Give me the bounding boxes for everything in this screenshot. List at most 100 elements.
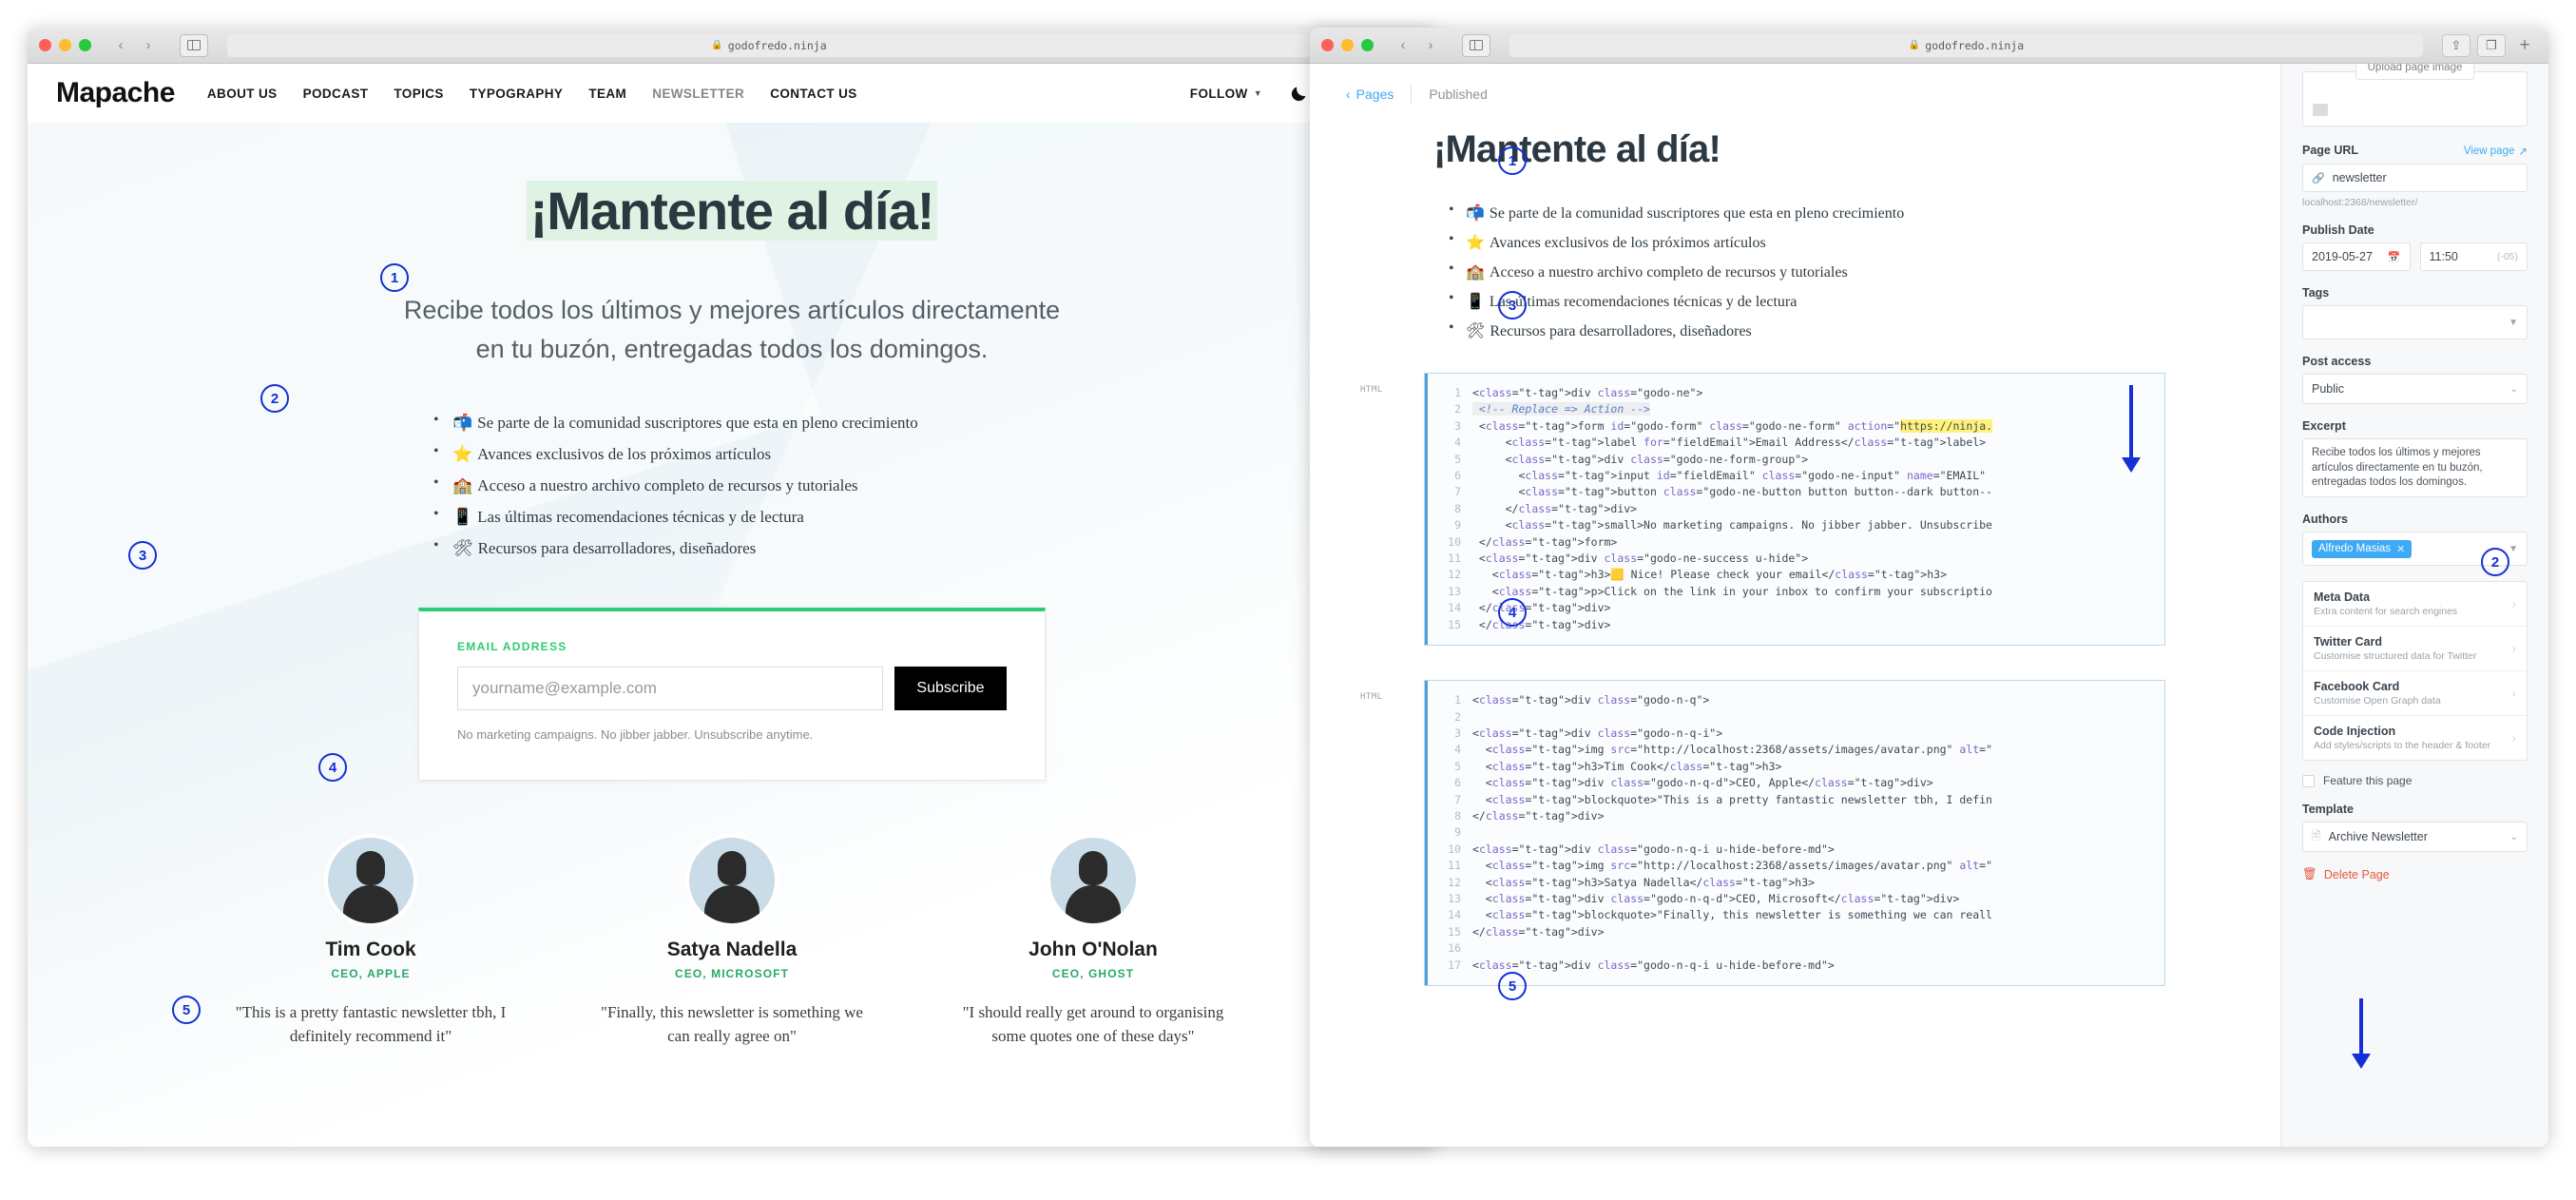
back-icon[interactable]: ‹ <box>1391 34 1415 57</box>
school-icon: 🏫 <box>452 476 472 494</box>
author-chip[interactable]: Alfredo Masias ✕ <box>2312 540 2412 558</box>
settings-panel-list: Meta Data Extra content for search engin… <box>2302 581 2528 761</box>
settings-row-title: Facebook Card <box>2314 680 2516 693</box>
page-url-input[interactable]: 🔗 newsletter <box>2302 164 2528 192</box>
share-icon[interactable]: ⇪ <box>2442 34 2470 57</box>
site-brand[interactable]: Mapache <box>56 77 175 109</box>
html-card-quotes[interactable]: HTML 1<class="t-tag">div class="godo-n-q… <box>1424 680 2165 986</box>
tags-field: Tags ▼ <box>2302 286 2528 339</box>
minimize-window-button[interactable] <box>1341 39 1354 51</box>
chevron-right-icon: › <box>2512 731 2516 745</box>
publish-date-input[interactable]: 2019-05-27 📅 <box>2302 242 2411 271</box>
editor-title[interactable]: ¡Mantente al día! <box>1433 128 2280 171</box>
sidebar-toggle-icon[interactable] <box>180 34 208 57</box>
close-window-button[interactable] <box>39 39 51 51</box>
feature-page-checkbox[interactable] <box>2302 775 2315 787</box>
view-page-link[interactable]: View page ↗ <box>2464 145 2528 158</box>
annotation-marker-3-right: 3 <box>1498 291 1527 319</box>
page-title: ¡Mantente al día! <box>28 180 1436 242</box>
nav-buttons-left[interactable]: ‹ › <box>108 34 161 57</box>
forward-icon[interactable]: › <box>1418 34 1443 57</box>
settings-row-facebook-card[interactable]: Facebook Card Customise Open Graph data … <box>2303 671 2527 716</box>
address-bar-right[interactable]: 🔒 godofredo.ninja <box>1509 34 2423 57</box>
tags-input[interactable]: ▼ <box>2302 305 2528 339</box>
calendar-icon[interactable]: 📅 <box>2388 251 2401 263</box>
minimize-window-button[interactable] <box>59 39 71 51</box>
excerpt-textarea[interactable]: Recibe todos los últimos y mejores artíc… <box>2302 438 2528 497</box>
page-url-value: newsletter <box>2333 171 2387 184</box>
page-url-label: Page URL <box>2302 144 2358 157</box>
page-url-field: Page URL View page ↗ 🔗 newsletter localh… <box>2302 144 2528 208</box>
nav-item-about-us[interactable]: ABOUT US <box>207 87 278 101</box>
window-controls-right[interactable] <box>1321 39 1374 51</box>
subscribe-button[interactable]: Subscribe <box>894 667 1007 710</box>
upload-page-image-button[interactable]: Upload page image <box>2355 64 2475 80</box>
tabs-overview-icon[interactable]: ❐ <box>2477 34 2506 57</box>
page-url-header: Page URL View page ↗ <box>2302 144 2528 158</box>
list-item: ⭐Avances exclusivos de los próximos artí… <box>428 445 1036 464</box>
chevron-down-icon[interactable]: ▼ <box>2509 318 2518 328</box>
list-item-text: Recursos para desarrolladores, diseñador… <box>1490 323 1751 339</box>
subscribe-card: EMAIL ADDRESS yourname@example.com Subsc… <box>418 608 1046 781</box>
code-block-form[interactable]: 1<class="t-tag">div class="godo-ne"> 2 <… <box>1425 385 2164 633</box>
status-badge: Published <box>1429 87 1488 102</box>
star-icon: ⭐ <box>452 445 472 463</box>
chevron-down-icon[interactable]: ▼ <box>2509 544 2518 554</box>
page-image-uploader[interactable]: Upload page image <box>2302 71 2528 126</box>
annotation-arrow-code <box>2122 385 2141 473</box>
nav-item-team[interactable]: TEAM <box>588 87 626 101</box>
post-access-select[interactable]: Public ⌄ <box>2302 374 2528 404</box>
sidebar-toggle-icon[interactable] <box>1462 34 1490 57</box>
subscribe-note: No marketing campaigns. No jibber jabber… <box>457 727 1007 742</box>
site-hero: ¡Mantente al día! Recibe todos los últim… <box>28 123 1436 1147</box>
settings-row-meta-data[interactable]: Meta Data Extra content for search engin… <box>2303 582 2527 627</box>
nav-buttons-right[interactable]: ‹ › <box>1391 34 1443 57</box>
annotation-marker-1-right: 1 <box>1498 146 1527 175</box>
window-controls-left[interactable] <box>39 39 91 51</box>
maximize-window-button[interactable] <box>1361 39 1374 51</box>
nav-item-newsletter[interactable]: NEWSLETTER <box>652 87 744 101</box>
chevron-left-icon: ‹ <box>1346 87 1351 102</box>
nav-item-topics[interactable]: TOPICS <box>394 87 443 101</box>
editor-benefit-list: 📬Se parte de la comunidad suscriptores q… <box>1443 203 2280 340</box>
code-block-quotes[interactable]: 1<class="t-tag">div class="godo-n-q"> 2 … <box>1425 692 2164 974</box>
close-window-button[interactable] <box>1321 39 1334 51</box>
remove-author-icon[interactable]: ✕ <box>2396 543 2405 555</box>
nav-item-contact-us[interactable]: CONTACT US <box>770 87 857 101</box>
follow-label: FOLLOW <box>1190 87 1248 101</box>
settings-row-twitter-card[interactable]: Twitter Card Customise structured data f… <box>2303 627 2527 671</box>
list-item: 📱Las últimas recomendaciones técnicas y … <box>428 508 1036 527</box>
settings-row-code-injection[interactable]: Code Injection Add styles/scripts to the… <box>2303 716 2527 760</box>
page-title-text: ¡Mantente al día! <box>527 181 938 241</box>
forward-icon[interactable]: › <box>136 34 161 57</box>
feature-page-row[interactable]: Feature this page <box>2302 774 2528 787</box>
page-url-helper: localhost:2368/newsletter/ <box>2302 197 2528 208</box>
chevron-down-icon: ⌄ <box>2510 384 2518 395</box>
follow-dropdown[interactable]: FOLLOW ▼ <box>1190 87 1262 101</box>
back-icon[interactable]: ‹ <box>108 34 133 57</box>
delete-page-button[interactable]: 🗑 Delete Page <box>2302 867 2528 881</box>
back-to-pages-link[interactable]: ‹ Pages <box>1346 87 1394 102</box>
tools-icon: 🛠 <box>1466 323 1485 339</box>
list-item: ⭐Avances exclusivos de los próximos artí… <box>1443 233 2280 252</box>
publish-time-input[interactable]: 11:50 (-05) <box>2420 242 2528 271</box>
testimonials: Tim Cook CEO, APPLE "This is a pretty fa… <box>28 838 1436 1048</box>
html-card-form[interactable]: HTML 1<class="t-tag">div class="godo-ne"… <box>1424 373 2165 646</box>
nav-item-podcast[interactable]: PODCAST <box>303 87 369 101</box>
annotation-marker-4-left: 4 <box>318 753 347 782</box>
email-input[interactable]: yourname@example.com <box>457 667 883 710</box>
list-item-text: Avances exclusivos de los próximos artíc… <box>1490 235 1766 251</box>
excerpt-label: Excerpt <box>2302 419 2528 433</box>
tools-icon: 🛠 <box>452 539 473 557</box>
template-select[interactable]: 🖹 Archive Newsletter ⌄ <box>2302 822 2528 852</box>
list-item-text: Recursos para desarrolladores, diseñador… <box>478 539 757 557</box>
maximize-window-button[interactable] <box>79 39 91 51</box>
list-item-text: Acceso a nuestro archivo completo de rec… <box>1490 264 1848 281</box>
new-tab-icon[interactable]: + <box>2512 33 2537 58</box>
address-bar-left[interactable]: 🔒 godofredo.ninja <box>227 34 1311 57</box>
testimonial-name: Tim Cook <box>228 939 513 961</box>
nav-item-typography[interactable]: TYPOGRAPHY <box>470 87 564 101</box>
testimonial-role: CEO, APPLE <box>228 967 513 980</box>
site-navbar: Mapache ABOUT US PODCAST TOPICS TYPOGRAP… <box>28 64 1436 123</box>
moon-icon[interactable] <box>1287 82 1311 106</box>
